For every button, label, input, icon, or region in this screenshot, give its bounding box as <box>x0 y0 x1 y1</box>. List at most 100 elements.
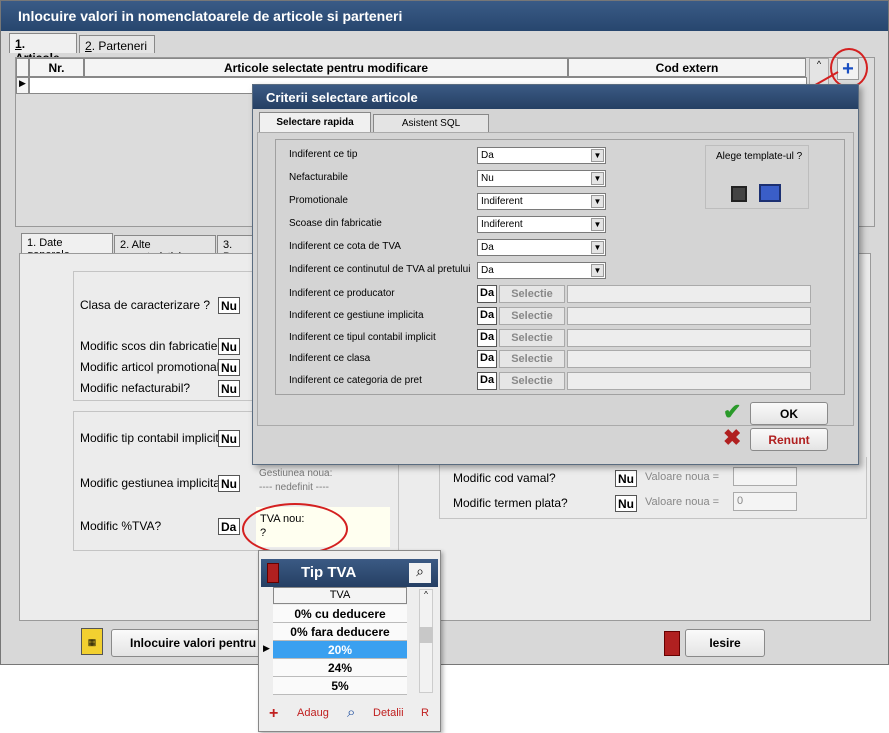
col-cod-extern[interactable]: Cod extern <box>568 58 806 77</box>
combo-continut[interactable]: Da ▼ <box>477 262 606 279</box>
dropdown-arrow-icon: ▼ <box>591 195 604 208</box>
sel-categorie-value[interactable]: Da <box>477 372 497 390</box>
tab-articole[interactable]: 1. Articole <box>9 33 77 65</box>
details-button[interactable]: Detalii <box>373 707 404 719</box>
combo-label-tip: Indiferent ce tip <box>289 149 358 160</box>
sel-producator-button[interactable]: Selectie <box>499 285 565 303</box>
combo-tip[interactable]: Da ▼ <box>477 147 606 164</box>
replace-button[interactable]: Inlocuire valori pentru <box>111 629 261 657</box>
list-item[interactable]: 5% <box>273 677 407 695</box>
scos-label: Modific scos din fabricatie? <box>80 339 225 353</box>
tipcont-value[interactable]: Nu <box>218 430 240 447</box>
search-icon[interactable]: ⌕ <box>409 563 431 583</box>
dialog-title: Criterii selectare articole <box>253 85 858 109</box>
tab-asistent-sql[interactable]: Asistent SQL <box>373 114 489 133</box>
combo-scoase[interactable]: Indiferent ▼ <box>477 216 606 233</box>
combo-label-continut: Indiferent ce continutul de TVA al pretu… <box>289 264 471 275</box>
sel-label-producator: Indiferent ce producator <box>289 288 395 299</box>
list-item[interactable]: 0% cu deducere <box>273 605 407 623</box>
combo-nefact[interactable]: Nu ▼ <box>477 170 606 187</box>
annotation-circle-tva <box>242 503 348 555</box>
sel-gestiune-button[interactable]: Selectie <box>499 307 565 325</box>
tab-alte-caracteristici[interactable]: 2. Alte caracteristici <box>114 235 216 263</box>
tab-parteneri[interactable]: 2. Parteneri <box>79 35 155 53</box>
tipcont-label: Modific tip contabil implicit ? <box>80 431 229 445</box>
save-template-icon[interactable] <box>731 186 747 202</box>
vamal-input[interactable] <box>733 467 797 486</box>
sel-tipcont-value[interactable]: Da <box>477 329 497 347</box>
save-as-template-icon[interactable] <box>759 184 781 202</box>
criteria-dialog: Criterii selectare articole Selectare ra… <box>252 84 859 465</box>
col-nr[interactable]: Nr. <box>29 58 84 77</box>
calculator-icon: ▦ <box>81 628 103 655</box>
list-item-selected[interactable]: 20% <box>273 641 407 659</box>
door-icon <box>267 563 279 583</box>
sel-label-clasa: Indiferent ce clasa <box>289 353 371 364</box>
clasa-value[interactable]: Nu <box>218 297 240 314</box>
scos-value[interactable]: Nu <box>218 338 240 355</box>
sel-gestiune-value[interactable]: Da <box>477 307 497 325</box>
exit-button[interactable]: Iesire <box>685 629 765 657</box>
gest-noua-label: Gestiunea noua: <box>259 468 333 479</box>
exit-button-label: Iesire <box>709 636 741 650</box>
dropdown-arrow-icon: ▼ <box>591 172 604 185</box>
sel-label-gestiune: Indiferent ce gestiune implicita <box>289 310 424 321</box>
sel-label-categorie: Indiferent ce categoria de pret <box>289 375 422 386</box>
popup-title: Tip TVA <box>301 564 357 581</box>
popup-scroll-thumb[interactable] <box>419 627 433 643</box>
sel-categorie-field[interactable] <box>567 372 811 390</box>
dropdown-arrow-icon: ▼ <box>591 149 604 162</box>
sel-gestiune-field[interactable] <box>567 307 811 325</box>
exit-door-icon <box>664 631 680 656</box>
tva-label: Modific %TVA? <box>80 519 162 533</box>
r-button[interactable]: R <box>421 707 429 719</box>
sel-tipcont-button[interactable]: Selectie <box>499 329 565 347</box>
promo-value[interactable]: Nu <box>218 359 240 376</box>
replace-button-label: Inlocuire valori pentru <box>130 636 257 650</box>
promo-label: Modific articol promotional? <box>80 360 227 374</box>
combo-cota[interactable]: Da ▼ <box>477 239 606 256</box>
tab-date-generale[interactable]: 1. Date generale <box>21 233 113 261</box>
sel-categorie-button[interactable]: Selectie <box>499 372 565 390</box>
add-button[interactable]: Adaug <box>297 707 329 719</box>
vamal-label: Modific cod vamal? <box>453 471 556 485</box>
list-item[interactable]: 24% <box>273 659 407 677</box>
list-item[interactable]: 0% fara deducere <box>273 623 407 641</box>
gest-value[interactable]: Nu <box>218 475 240 492</box>
plata-value[interactable]: Nu <box>615 495 637 512</box>
plata-input[interactable]: 0 <box>733 492 797 511</box>
col-articole[interactable]: Articole selectate pentru modificare <box>84 58 568 77</box>
sel-producator-value[interactable]: Da <box>477 285 497 303</box>
details-icon[interactable]: ⌕ <box>347 704 355 721</box>
sel-clasa-field[interactable] <box>567 350 811 368</box>
combo-label-cota: Indiferent ce cota de TVA <box>289 241 401 252</box>
dropdown-arrow-icon: ▼ <box>591 264 604 277</box>
nefact-label: Modific nefacturabil? <box>80 381 191 395</box>
tab-preturi[interactable]: 3. Pre <box>217 235 257 263</box>
cancel-button[interactable]: Renunt <box>750 428 828 451</box>
add-icon[interactable]: + <box>269 705 278 723</box>
sel-clasa-button[interactable]: Selectie <box>499 350 565 368</box>
plata-new-label: Valoare noua = <box>645 496 720 508</box>
sel-tipcont-field[interactable] <box>567 329 811 347</box>
vamal-new-label: Valoare noua = <box>645 471 720 483</box>
window-title: Inlocuire valori in nomenclatoarele de a… <box>1 1 888 31</box>
plata-label: Modific termen plata? <box>453 496 568 510</box>
vamal-value[interactable]: Nu <box>615 470 637 487</box>
sel-producator-field[interactable] <box>567 285 811 303</box>
popup-col-tva[interactable]: TVA <box>273 587 407 604</box>
gest-label: Modific gestiunea implicita ? <box>80 476 231 490</box>
tip-tva-popup: Tip TVA ⌕ TVA 0% cu deducere 0% fara ded… <box>258 550 441 732</box>
nefact-value[interactable]: Nu <box>218 380 240 397</box>
dropdown-arrow-icon: ▼ <box>591 241 604 254</box>
tab-selectare-rapida[interactable]: Selectare rapida <box>259 112 371 134</box>
ok-button[interactable]: OK <box>750 402 828 425</box>
row-pointer-icon: ▶ <box>263 643 270 653</box>
tva-value[interactable]: Da <box>218 518 240 535</box>
gest-noua-value[interactable]: ---- nedefinit ---- <box>259 482 329 493</box>
sel-label-tipcont: Indiferent ce tipul contabil implicit <box>289 332 436 343</box>
cancel-x-icon: ✖ <box>723 425 742 450</box>
combo-promo[interactable]: Indiferent ▼ <box>477 193 606 210</box>
combo-label-scoase: Scoase din fabricatie <box>289 218 382 229</box>
sel-clasa-value[interactable]: Da <box>477 350 497 368</box>
